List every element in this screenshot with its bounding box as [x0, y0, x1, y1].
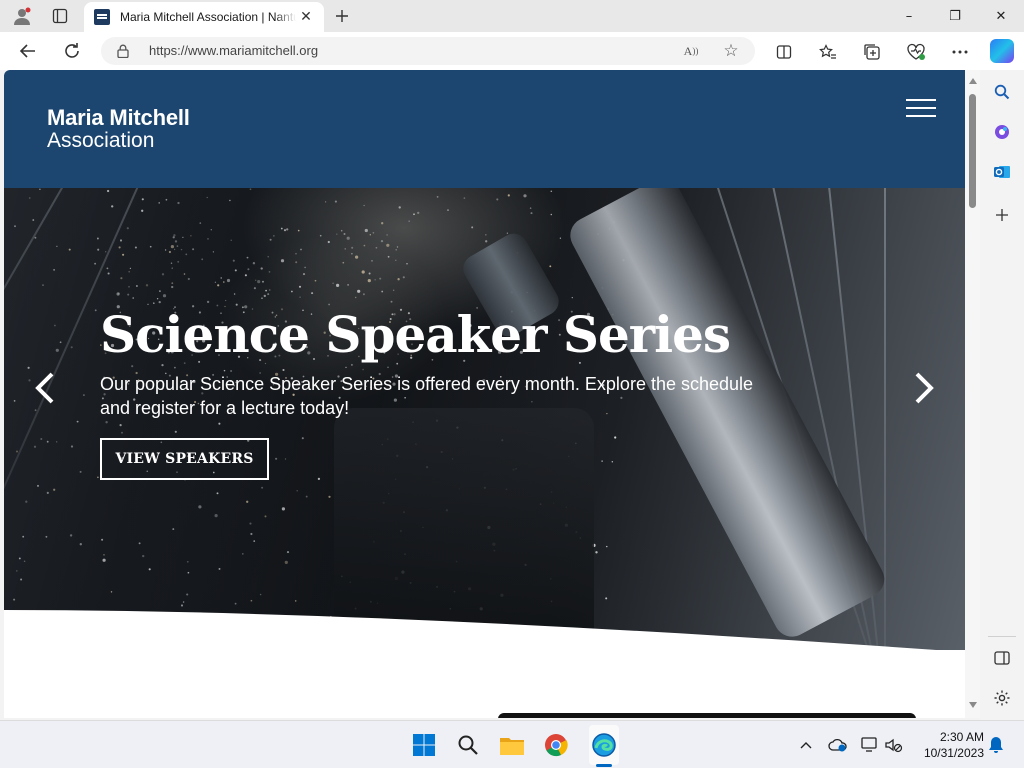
outlook-icon[interactable]	[990, 160, 1014, 184]
hero-description: Our popular Science Speaker Series is of…	[100, 374, 754, 418]
collections-icon[interactable]	[860, 40, 884, 64]
tab-title: Maria Mitchell Association | Nantucket	[120, 10, 296, 24]
edge-icon[interactable]	[588, 729, 620, 761]
refresh-button[interactable]	[57, 36, 87, 66]
add-favorite-icon[interactable]: ☆	[720, 41, 742, 61]
clock-time: 2:30 AM	[939, 730, 984, 744]
chevron-up-icon[interactable]	[796, 735, 816, 755]
edge-sidebar	[980, 70, 1024, 718]
lock-icon[interactable]	[117, 44, 129, 58]
site-favicon-icon	[94, 9, 110, 25]
active-app-indicator	[596, 764, 612, 767]
site-header: Maria Mitchell Association	[4, 70, 965, 188]
search-icon[interactable]	[990, 80, 1014, 104]
page-scrollbar[interactable]	[965, 70, 980, 718]
sidebar-divider	[988, 636, 1016, 637]
carousel-prev-icon[interactable]	[30, 368, 60, 408]
search-icon[interactable]	[452, 729, 484, 761]
back-button[interactable]	[13, 36, 43, 66]
favorites-icon[interactable]	[816, 40, 840, 64]
site-logo[interactable]: Maria Mitchell Association	[47, 106, 190, 152]
clock-date: 10/31/2023	[923, 746, 984, 760]
sidebar-toggle-icon[interactable]	[990, 646, 1014, 670]
address-bar[interactable]: https://www.mariamitchell.org A)) ☆	[101, 37, 755, 65]
url-text[interactable]: https://www.mariamitchell.org	[149, 43, 318, 58]
volume-muted-icon[interactable]	[884, 735, 904, 755]
maximize-button[interactable]: ❐	[932, 0, 978, 32]
logo-line-1: Maria Mitchell	[47, 105, 190, 130]
hero-wave-divider	[4, 610, 965, 718]
add-icon[interactable]	[990, 203, 1014, 227]
read-aloud-label: A	[683, 43, 693, 58]
page-viewport: Maria Mitchell Association Science Speak…	[4, 70, 980, 718]
view-speakers-button[interactable]: VIEW SPEAKERS	[100, 438, 269, 480]
active-tab[interactable]: Maria Mitchell Association | Nantucket ✕	[84, 2, 324, 32]
copilot-icon[interactable]	[990, 39, 1014, 63]
system-clock[interactable]: 2:30 AM 10/31/2023	[914, 729, 984, 761]
file-explorer-icon[interactable]	[496, 729, 528, 761]
profile-icon	[14, 7, 31, 25]
browser-toolbar: https://www.mariamitchell.org A)) ☆	[0, 32, 1024, 70]
windows-taskbar: 2:30 AM 10/31/2023	[0, 720, 1024, 768]
close-window-button[interactable]: ✕	[978, 0, 1024, 32]
network-icon[interactable]	[860, 735, 880, 755]
read-aloud-icon[interactable]: A))	[680, 41, 702, 61]
split-screen-icon[interactable]	[772, 40, 796, 64]
refresh-icon	[65, 43, 79, 58]
minimize-button[interactable]: –	[886, 0, 932, 32]
onedrive-icon[interactable]	[828, 735, 848, 755]
start-icon[interactable]	[408, 729, 440, 761]
carousel-next-icon[interactable]	[909, 368, 939, 408]
scroll-down-icon[interactable]	[969, 702, 977, 708]
tab-actions-button[interactable]	[46, 4, 74, 28]
notification-bell-icon[interactable]	[986, 735, 1006, 755]
logo-line-2: Association	[47, 129, 155, 152]
copilot-designer-icon[interactable]	[990, 120, 1014, 144]
hero-carousel: Science Speaker Series Our popular Scien…	[4, 188, 965, 650]
settings-icon[interactable]	[990, 686, 1014, 710]
content-card-edge	[498, 713, 916, 718]
menu-hamburger-icon[interactable]	[904, 97, 938, 119]
back-arrow-icon	[19, 44, 35, 58]
chrome-icon[interactable]	[540, 729, 572, 761]
plus-icon	[336, 10, 348, 22]
browser-essentials-icon[interactable]	[904, 40, 928, 64]
new-tab-button[interactable]	[328, 4, 356, 28]
tab-close-button[interactable]: ✕	[296, 7, 316, 27]
more-icon[interactable]	[948, 40, 972, 64]
browser-tab-bar: Maria Mitchell Association | Nantucket ✕…	[0, 0, 1024, 32]
hero-title: Science Speaker Series	[100, 305, 731, 364]
profile-button[interactable]	[8, 4, 36, 28]
scrollbar-thumb[interactable]	[969, 94, 976, 208]
scroll-up-icon[interactable]	[969, 78, 977, 84]
tab-actions-icon	[52, 8, 68, 24]
